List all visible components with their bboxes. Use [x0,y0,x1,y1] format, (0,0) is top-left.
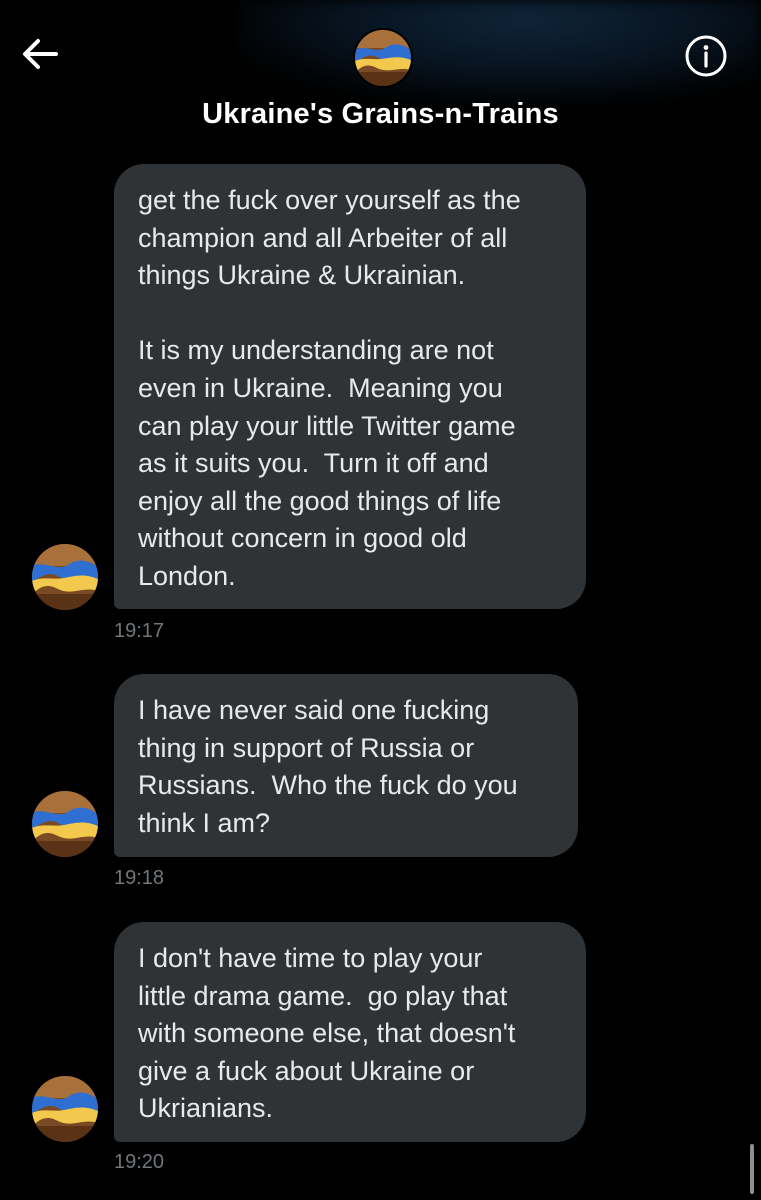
sender-avatar[interactable] [32,791,98,857]
conversation-header: Ukraine's Grains-n-Trains [0,0,761,150]
message-bubble[interactable]: get the fuck over yourself as the champi… [114,164,586,609]
conversation-title: Ukraine's Grains-n-Trains [202,98,559,130]
avatar-image [32,791,98,857]
sender-avatar[interactable] [32,544,98,610]
sender-avatar[interactable] [32,1076,98,1142]
message-timestamp: 19:20 [114,1151,165,1173]
info-icon [685,35,727,77]
message-timestamp: 19:17 [114,620,165,642]
back-button[interactable] [18,34,62,74]
avatar-image [355,30,411,86]
message-timestamp: 19:18 [114,867,165,889]
arrow-left-icon [23,39,58,69]
message-bubble[interactable]: I don't have time to play your little dr… [114,922,586,1142]
conversation-info-button[interactable] [684,34,728,78]
avatar-image [32,544,98,610]
message-bubble[interactable]: I have never said one fucking thing in s… [114,674,578,857]
scrollbar[interactable] [750,1144,754,1194]
conversation-avatar[interactable] [353,28,413,88]
avatar-image [32,1076,98,1142]
